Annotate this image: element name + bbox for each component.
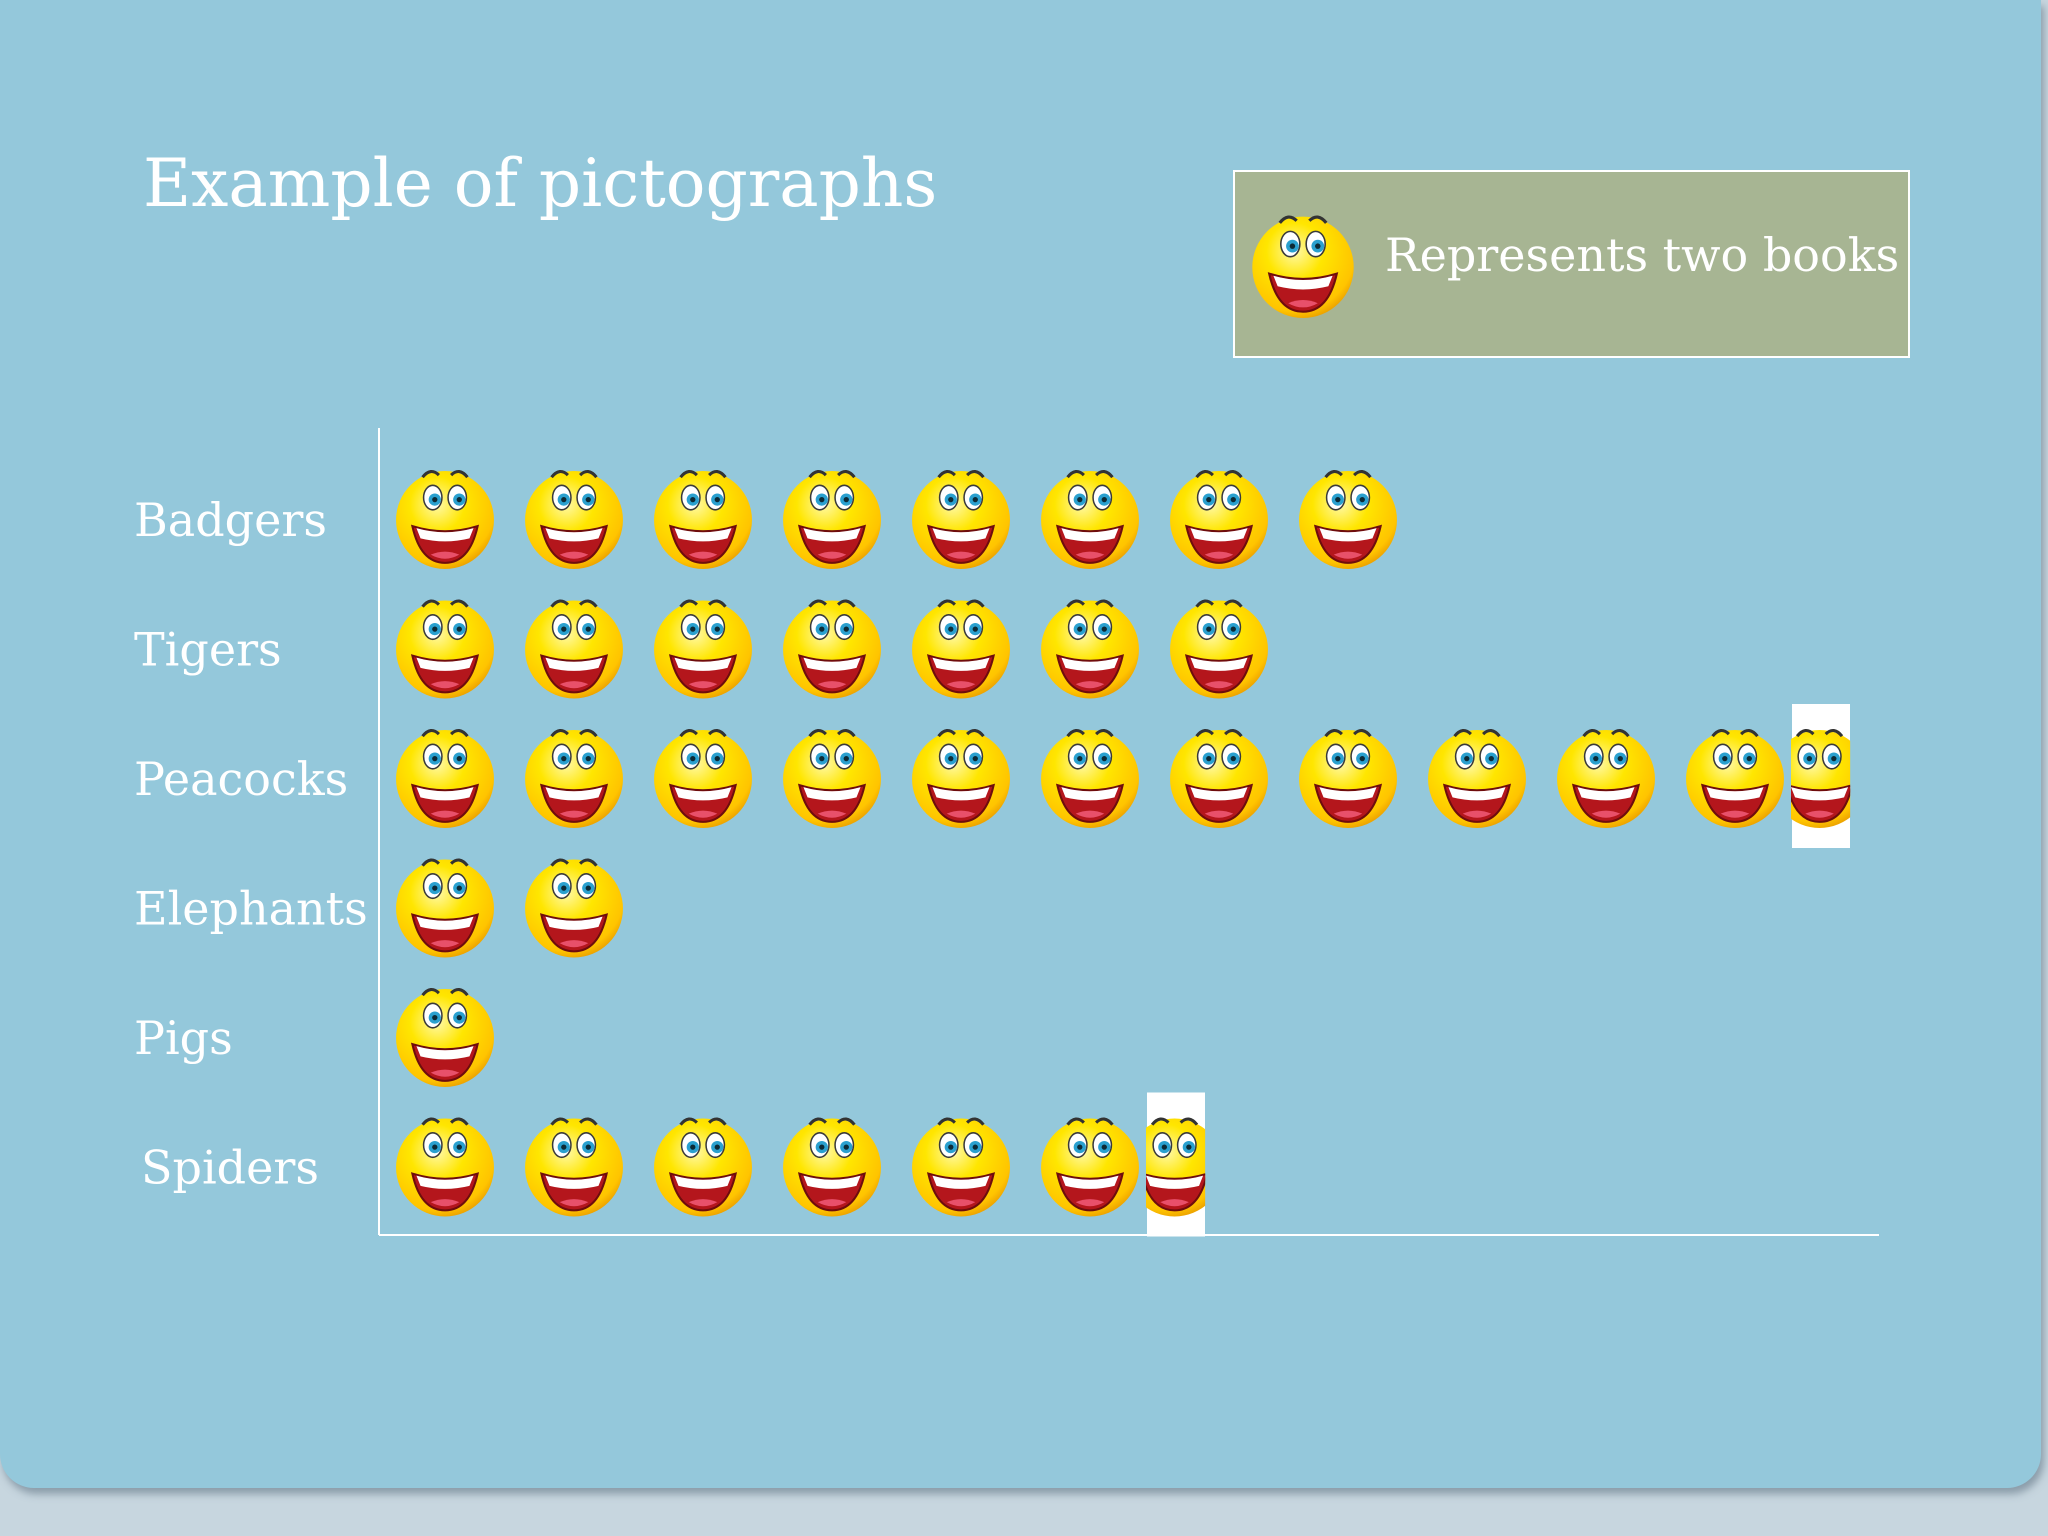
smiley-face-icon [781,599,883,700]
smiley-face-icon [652,728,754,830]
smiley-face-icon [1039,1117,1141,1218]
smiley-face-icon [394,987,496,1089]
smiley-face-icon [523,1117,625,1218]
smiley-face-icon [1297,469,1399,571]
smiley-face-icon [910,469,1012,571]
category-label: Spiders [141,1141,319,1195]
category-label: Peacocks [134,752,348,806]
smiley-face-icon [1684,728,1786,830]
smiley-face-icon [652,599,754,700]
category-label: Tigers [134,623,282,677]
pictograph-row: Peacocks [134,704,1851,848]
smiley-face-icon [523,599,625,700]
smiley-face-icon [1555,728,1657,830]
category-label: Elephants [134,882,368,936]
smiley-face-icon [394,858,496,959]
smiley-face-icon [910,599,1012,700]
smiley-face-icon [394,1117,496,1218]
pictograph-chart: Badgers Tigers Peacocks Elephants Pigs Spider… [134,428,1879,1237]
smiley-face-icon [1168,728,1270,830]
smiley-face-icon [523,469,625,571]
smiley-face-icon [910,728,1012,830]
smiley-face-icon [1039,469,1141,571]
smiley-face-icon [910,1117,1012,1218]
pictograph-row: Badgers [134,469,1399,571]
smiley-face-icon [523,728,625,830]
smiley-face-icon [1297,728,1399,830]
smiley-face-icon [394,599,496,700]
half-smiley-face-icon [1146,1117,1206,1218]
pictograph-row: Spiders [141,1092,1206,1237]
pictograph-row: Pigs [134,987,496,1089]
smiley-face-icon [781,469,883,571]
smiley-face-icon [523,858,625,959]
smiley-face-icon [1168,469,1270,571]
half-smiley-face-icon [1791,728,1851,830]
smiley-face-icon [652,1117,754,1218]
smiley-face-icon [1039,728,1141,830]
smiley-face-icon [652,469,754,571]
smiley-face-icon [1426,728,1528,830]
smiley-face-icon [394,728,496,830]
pictograph-row: Tigers [134,599,1270,700]
smiley-face-icon [394,469,496,571]
smiley-face-icon [1168,599,1270,700]
category-label: Pigs [134,1011,233,1065]
smiley-face-icon [781,1117,883,1218]
smiley-face-icon [781,728,883,830]
smiley-face-icon [1039,599,1141,700]
category-label: Badgers [134,493,327,547]
